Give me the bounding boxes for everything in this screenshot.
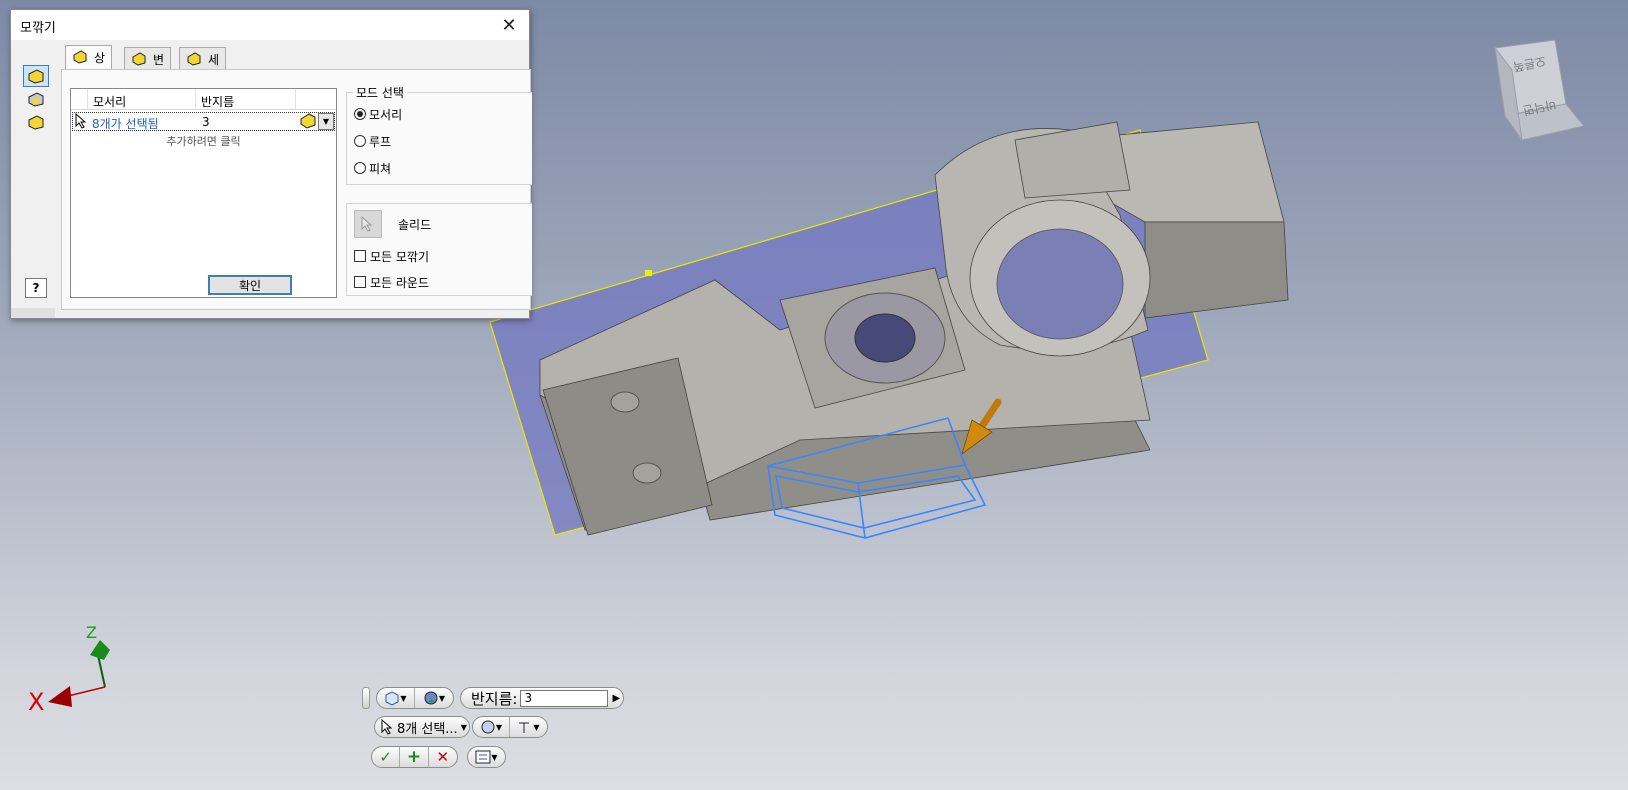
right-block-front <box>1144 221 1289 319</box>
mode-loop-label: 루프 <box>369 134 392 149</box>
plane-grip[interactable] <box>645 270 652 276</box>
dialog-title: 모깎기 <box>20 21 56 36</box>
svg-text:+: + <box>428 697 436 706</box>
add-row-hint[interactable]: 추가하려면 클릭 <box>71 133 336 149</box>
edge-select-icon[interactable] <box>300 113 316 132</box>
minitoolbar-row2-tools: ▼ ▼ <box>472 716 548 738</box>
fillet-constant-icon <box>73 50 87 67</box>
pointer-icon <box>75 112 87 132</box>
mode-loop-radio[interactable]: 루프 <box>354 132 391 150</box>
solid-label: 솔리드 <box>398 218 432 232</box>
all-rounds-checkbox[interactable] <box>354 276 366 288</box>
full-round-fillet-icon[interactable] <box>23 111 49 133</box>
edge-fillet-icon[interactable] <box>23 65 49 87</box>
all-fillets-option[interactable]: 모든 모깎기 <box>354 247 429 265</box>
close-icon[interactable]: ✕ <box>489 10 529 40</box>
boss-ring-inner <box>996 228 1124 340</box>
pointer-icon <box>361 216 373 232</box>
commit-controls: ✓ + ✕ <box>371 746 458 768</box>
loop-select-icon <box>481 720 495 734</box>
tab-panel-constant: 모서리 반지름 8개가 선택됨 3 ▼ 추가하려면 클릭 확인 모드 선택 모서… <box>61 69 532 310</box>
grid-header: 모서리 반지름 <box>71 89 336 110</box>
plate-hole-1 <box>610 391 640 413</box>
select-filter-button[interactable]: ▼ <box>510 717 547 737</box>
tab-constant[interactable]: 상수 <box>65 45 113 82</box>
dialog-titlebar[interactable]: 모깎기 ✕ <box>11 10 529 40</box>
options-menu[interactable]: ▼ <box>467 746 506 768</box>
fillet-add-icon: + <box>424 691 438 706</box>
setback-icon <box>187 52 201 69</box>
loop-select-button[interactable]: ▼ <box>473 717 511 737</box>
x-axis-label: X <box>28 688 44 716</box>
chevron-down-icon[interactable]: ▼ <box>318 113 334 130</box>
x-icon[interactable]: ✕ <box>429 747 457 767</box>
mode-edge-label: 모서리 <box>369 107 403 122</box>
apply-arrow-icon[interactable]: ▶ <box>612 693 620 704</box>
chevron-down-icon[interactable]: ▼ <box>461 723 467 732</box>
minitoolbar-row1-tools: ▼ + ▼ <box>376 687 454 709</box>
view-cube[interactable]: 오른쪽 바닥면 <box>1494 39 1585 141</box>
all-fillets-label: 모든 모깎기 <box>370 249 430 264</box>
face-fillet-icon[interactable] <box>23 88 49 110</box>
dialog-footer <box>11 308 55 318</box>
edge-radius-grid: 모서리 반지름 8개가 선택됨 3 ▼ 추가하려면 클릭 확인 <box>70 88 337 298</box>
plate-hole-2 <box>632 462 662 484</box>
solids-button[interactable]: ▼ <box>377 688 415 708</box>
selection-count-label: 8개 선택... <box>397 721 458 737</box>
mode-feature-label: 피쳐 <box>369 161 392 176</box>
radio-loop[interactable] <box>354 135 366 147</box>
ok-button[interactable]: 확인 <box>208 275 292 295</box>
edge-count-cell[interactable]: 8개가 선택됨 <box>92 115 159 132</box>
select-filter-icon <box>519 722 530 733</box>
edge-selection-control[interactable]: 8개 선택... ▼ <box>374 716 470 738</box>
fillet-add-button[interactable]: + ▼ <box>415 688 453 708</box>
axis-triad: X Z <box>28 623 110 716</box>
pointer-icon <box>381 719 393 735</box>
radius-cell[interactable]: 3 <box>202 115 210 129</box>
help-button[interactable]: ? <box>25 278 47 298</box>
fillet-variable-icon <box>132 52 146 69</box>
all-fillets-checkbox[interactable] <box>354 250 366 262</box>
tab-variable[interactable]: 변수 <box>124 47 172 84</box>
edge-set-row[interactable]: 8개가 선택됨 3 ▼ <box>72 112 335 131</box>
column-edge[interactable]: 모서리 <box>93 93 126 110</box>
options-list-icon <box>475 750 491 764</box>
radius-control: 반지름: ▶ <box>460 687 624 709</box>
solid-body-icon <box>385 691 399 706</box>
radius-label: 반지름: <box>471 689 518 708</box>
tab-setback[interactable]: 세트백 <box>179 47 227 101</box>
mode-select-group: 모드 선택 모서리 루프 피쳐 <box>346 84 532 185</box>
radius-input[interactable] <box>520 689 609 707</box>
pocket-hole <box>854 313 916 363</box>
checkmark-icon[interactable]: ✓ <box>372 747 401 767</box>
all-rounds-label: 모든 라운드 <box>370 275 430 290</box>
fillet-dialog: 모깎기 ✕ ? 상수 변수 세트백 모서리 <box>10 9 532 319</box>
solid-select-button[interactable] <box>354 210 382 238</box>
column-radius[interactable]: 반지름 <box>201 93 234 110</box>
radio-edge[interactable] <box>354 108 366 120</box>
z-axis-label: Z <box>86 623 97 642</box>
mode-edge-radio[interactable]: 모서리 <box>354 105 402 123</box>
mode-select-title: 모드 선택 <box>353 84 407 101</box>
solid-group: 솔리드 모든 모깎기 모든 라운드 <box>346 203 532 296</box>
mode-feature-radio[interactable]: 피쳐 <box>354 159 391 177</box>
all-rounds-option[interactable]: 모든 라운드 <box>354 273 429 291</box>
plus-icon[interactable]: + <box>400 747 429 767</box>
minitoolbar-grip[interactable] <box>362 687 370 709</box>
radio-feature[interactable] <box>354 162 366 174</box>
